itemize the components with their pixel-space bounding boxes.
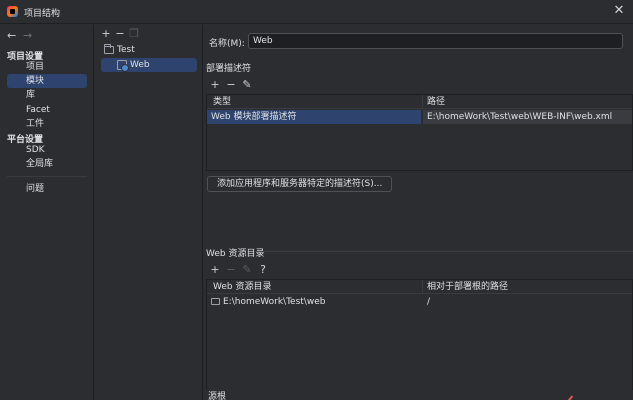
sidebar-item-global-libraries[interactable]: 全局库	[7, 157, 87, 171]
sidebar-item-sdk[interactable]: SDK	[7, 143, 87, 157]
forward-arrow-icon[interactable]: →	[23, 29, 39, 42]
add-server-descriptor-button[interactable]: 添加应用程序和服务器特定的描述符(S)...	[207, 176, 393, 192]
module-tree-panel: + − ❐ Test Web	[95, 25, 203, 400]
table-row[interactable]: E:\homeWork\Test\web /	[207, 295, 632, 309]
add-icon[interactable]: +	[207, 263, 223, 277]
table-row[interactable]: Web 模块部署描述符 E:\homeWork\Test\web\WEB-INF…	[207, 110, 632, 124]
name-field[interactable]	[248, 33, 623, 49]
back-arrow-icon[interactable]: ←	[7, 29, 23, 42]
sidebar-item-libraries[interactable]: 库	[7, 88, 87, 102]
close-window-button[interactable]: ✕	[611, 3, 627, 19]
column-header-type[interactable]: 类型	[209, 95, 231, 109]
title-bar: 项目结构 ✕	[0, 0, 633, 24]
remove-icon[interactable]: −	[113, 27, 127, 41]
edit-pencil-icon[interactable]: ✎	[239, 78, 255, 92]
edit-pencil-icon[interactable]: ✎	[239, 263, 255, 277]
cell-path: E:\homeWork\Test\web\WEB-INF\web.xml	[423, 110, 632, 124]
deployment-descriptors-heading: 部署描述符	[206, 64, 252, 74]
folder-icon	[104, 44, 114, 54]
cell-dir: E:\homeWork\Test\web	[207, 295, 421, 309]
column-header-path[interactable]: 路径	[423, 95, 445, 109]
cell-dir-text: E:\homeWork\Test\web	[223, 297, 326, 307]
remove-icon[interactable]: −	[223, 78, 239, 92]
column-header-relative-path[interactable]: 相对于部署根的路径	[423, 280, 508, 294]
help-icon[interactable]: ?	[255, 263, 271, 277]
sidebar-item-modules[interactable]: 模块	[7, 74, 87, 88]
cell-relative-path: /	[427, 297, 431, 307]
section-divider	[262, 251, 633, 252]
source-roots-heading: 源根	[208, 392, 227, 400]
remove-icon[interactable]: −	[223, 263, 239, 277]
table-header: 类型 路径	[207, 95, 632, 109]
add-icon[interactable]: +	[207, 78, 223, 92]
tree-item-label: Web	[130, 60, 150, 70]
descriptors-toolbar: + − ✎	[207, 78, 255, 92]
sidebar-item-problems[interactable]: 问题	[7, 182, 87, 196]
web-facet-icon	[117, 60, 129, 72]
intellij-logo-icon	[7, 6, 18, 17]
tree-item-label: Test	[117, 45, 135, 55]
add-icon[interactable]: +	[99, 27, 113, 41]
sidebar-item-artifacts[interactable]: 工件	[7, 117, 87, 131]
facet-details-panel: 名称(M): 部署描述符 +−✎ 类型 路径 Web 模块部署描述符 E:\ho…	[204, 25, 633, 400]
descriptors-table: 类型 路径 Web 模块部署描述符 E:\homeWork\Test\web\W…	[206, 94, 633, 171]
table-header: Web 资源目录 相对于部署根的路径	[207, 280, 632, 294]
nav-arrows: ← →	[7, 29, 39, 42]
folder-icon	[211, 298, 220, 305]
module-tree-toolbar: + − ❐	[99, 27, 141, 41]
cell-type: Web 模块部署描述符	[207, 110, 421, 124]
tree-item-web[interactable]: Web	[101, 58, 197, 72]
web-resource-dirs-heading: Web 资源目录	[206, 249, 265, 259]
name-label: 名称(M):	[209, 39, 245, 49]
web-resource-table: Web 资源目录 相对于部署根的路径 E:\homeWork\Test\web …	[206, 279, 633, 400]
tree-item-test[interactable]: Test	[101, 43, 197, 57]
sidebar-item-facets[interactable]: Facet	[7, 103, 87, 117]
sidebar-divider	[7, 176, 87, 177]
window-title: 项目结构	[24, 9, 61, 19]
column-header-web-resource-dir[interactable]: Web 资源目录	[209, 280, 271, 294]
web-resource-toolbar: + − ✎?	[207, 263, 271, 277]
copy-icon[interactable]: ❐	[127, 27, 141, 41]
sidebar-item-project[interactable]: 项目	[7, 60, 87, 74]
settings-sidebar: ← → 项目设置 项目 模块 库 Facet 工件 平台设置 SDK 全局库 问题	[0, 25, 94, 400]
